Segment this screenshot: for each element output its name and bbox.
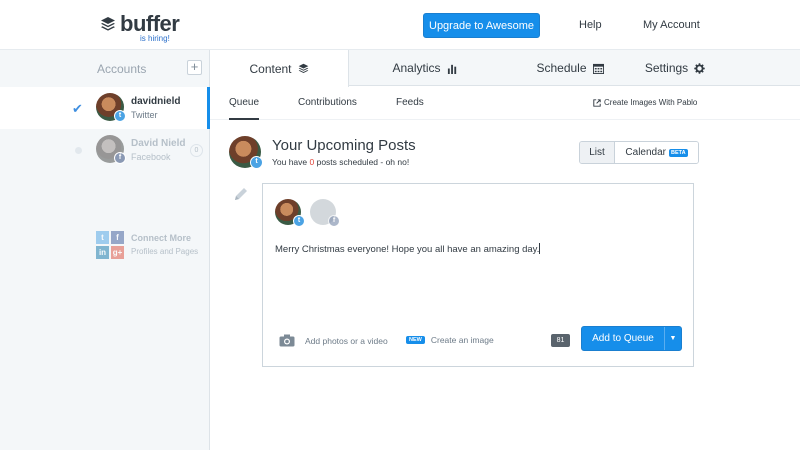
accounts-title: Accounts xyxy=(97,62,147,76)
create-image-label: Create an image xyxy=(430,335,494,345)
pablo-link-label: Create Images With Pablo xyxy=(604,98,698,107)
subtab-feeds[interactable]: Feeds xyxy=(396,97,424,108)
upgrade-button[interactable]: Upgrade to Awesome xyxy=(423,13,540,38)
tab-label: Schedule xyxy=(536,61,587,75)
tab-content[interactable]: Content xyxy=(210,50,349,87)
camera-icon xyxy=(279,334,295,347)
logo-text: buffer xyxy=(120,11,180,36)
unselected-dot-icon xyxy=(75,147,82,154)
add-media-label: Add photos or a video xyxy=(305,335,388,346)
status-suffix: posts scheduled - oh no! xyxy=(314,157,410,167)
post-text-area[interactable]: Merry Christmas everyone! Hope you all h… xyxy=(275,243,541,255)
layers-icon xyxy=(298,63,309,74)
beta-badge: BETA xyxy=(669,148,688,157)
facebook-icon: f xyxy=(114,152,126,164)
linkedin-icon: in xyxy=(96,246,109,259)
profile-facebook-david-nield[interactable]: f David Nield Facebook 0 xyxy=(0,129,210,171)
tab-label: Analytics xyxy=(392,61,441,75)
buffer-layers-icon xyxy=(101,17,115,31)
calendar-icon xyxy=(592,63,604,74)
facebook-icon: f xyxy=(328,215,340,227)
posts-scheduled-status: You have 0 posts scheduled - oh no! xyxy=(272,157,409,167)
add-account-button[interactable]: + xyxy=(187,60,202,75)
subtab-contributions[interactable]: Contributions xyxy=(298,97,357,108)
profile-network: Twitter xyxy=(131,110,158,120)
facebook-icon: f xyxy=(111,231,124,244)
twitter-icon: t xyxy=(250,156,263,169)
twitter-icon: t xyxy=(114,110,126,122)
calendar-view-button[interactable]: Calendar BETA xyxy=(615,142,698,163)
status-prefix: You have xyxy=(272,157,310,167)
twitter-icon: t xyxy=(96,231,109,244)
accounts-header: Accounts + xyxy=(0,50,210,86)
calendar-label: Calendar xyxy=(625,147,666,158)
list-view-button[interactable]: List xyxy=(580,142,615,163)
main-tabs: Content Analytics Schedule Settings xyxy=(210,50,800,87)
tab-analytics[interactable]: Analytics xyxy=(360,50,490,86)
post-text: Merry Christmas everyone! Hope you all h… xyxy=(275,244,540,255)
content-subtabs: Queue Contributions Feeds Create Images … xyxy=(210,86,800,120)
pending-count-badge: 0 xyxy=(190,144,203,157)
hiring-link[interactable]: is hiring! xyxy=(140,34,170,43)
tab-settings[interactable]: Settings xyxy=(630,50,720,86)
help-link[interactable]: Help xyxy=(579,19,602,31)
buffer-logo[interactable]: buffer is hiring! xyxy=(100,11,180,43)
profile-twitter-davidnield[interactable]: ✔ t davidnield Twitter xyxy=(0,87,210,129)
social-networks-icon: t f in g+ xyxy=(96,231,124,259)
google-plus-icon: g+ xyxy=(111,246,124,259)
top-bar: buffer is hiring! Upgrade to Awesome Hel… xyxy=(0,0,800,50)
my-account-link[interactable]: My Account xyxy=(643,19,700,31)
profile-network: Facebook xyxy=(131,152,171,162)
profile-name: David Nield xyxy=(131,138,186,149)
selected-check-icon: ✔ xyxy=(72,101,83,116)
connect-subtitle: Profiles and Pages xyxy=(131,247,199,256)
connect-title: Connect More xyxy=(131,233,192,243)
pablo-link[interactable]: Create Images With Pablo xyxy=(593,98,697,107)
view-toggle: List Calendar BETA xyxy=(579,141,699,164)
twitter-icon: t xyxy=(293,215,305,227)
pencil-icon xyxy=(233,186,249,207)
character-count: 81 xyxy=(551,334,570,347)
subtab-queue[interactable]: Queue xyxy=(229,97,260,120)
post-composer[interactable]: t f Merry Christmas everyone! Hope you a… xyxy=(262,183,694,367)
gear-icon xyxy=(694,62,705,74)
add-to-queue-label: Add to Queue xyxy=(592,333,654,344)
chevron-down-icon[interactable]: ▼ xyxy=(664,327,681,350)
new-badge: NEW xyxy=(406,336,425,344)
add-media-button[interactable]: Add photos or a video xyxy=(279,334,388,347)
profile-name: davidnield xyxy=(131,96,181,107)
page-title: Your Upcoming Posts xyxy=(272,137,416,154)
add-to-queue-button[interactable]: Add to Queue ▼ xyxy=(581,326,682,351)
text-cursor xyxy=(539,243,541,254)
bar-chart-icon xyxy=(447,63,458,74)
external-link-icon xyxy=(593,98,601,107)
accounts-sidebar: Accounts + ✔ t davidnield Twitter f Davi… xyxy=(0,50,210,450)
connect-more-profiles[interactable]: t f in g+ Connect More Profiles and Page… xyxy=(0,230,210,266)
tab-label: Settings xyxy=(644,61,689,75)
tab-schedule[interactable]: Schedule xyxy=(510,50,630,86)
tab-label: Content xyxy=(249,61,292,76)
create-image-button[interactable]: NEW Create an image xyxy=(406,335,494,345)
